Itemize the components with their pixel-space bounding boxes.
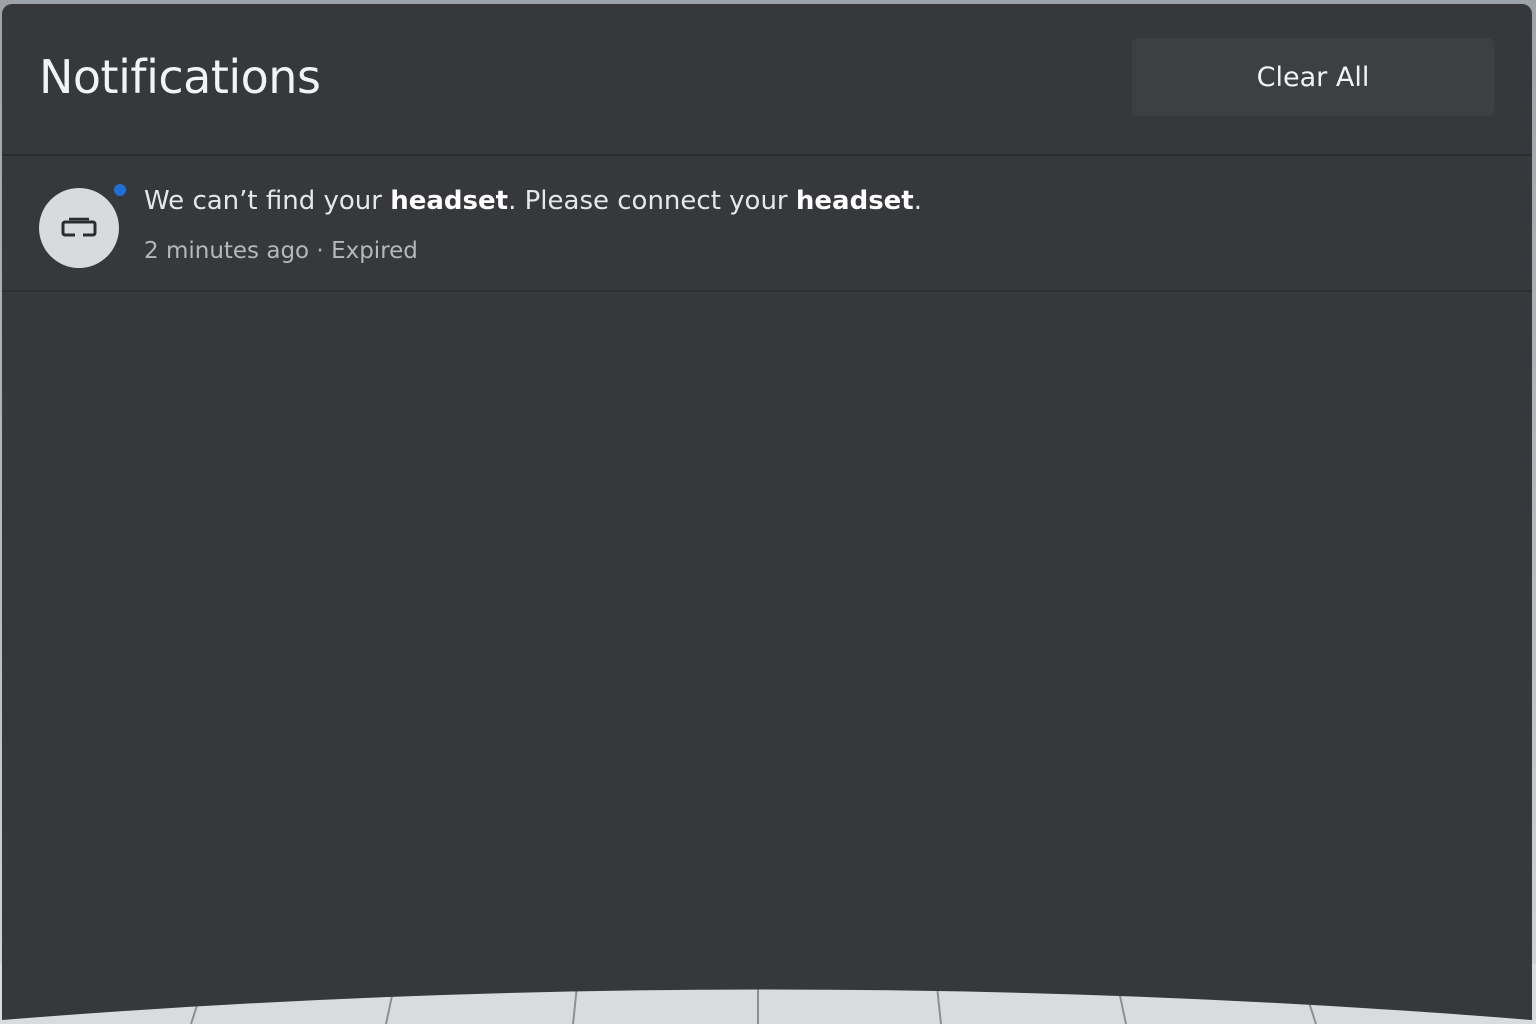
notification-status: Expired: [331, 238, 418, 264]
unread-indicator: [114, 184, 126, 196]
message-bold-text: headset: [795, 186, 914, 216]
notification-avatar: [39, 188, 119, 268]
page-title: Notifications: [39, 50, 321, 104]
meta-separator: ·: [309, 238, 332, 264]
notification-meta: 2 minutes ago · Expired: [144, 238, 418, 264]
panel-header: Notifications Clear All: [2, 4, 1532, 156]
notification-message: We can’t find your headset. Please conne…: [144, 186, 922, 216]
message-bold-text: headset: [390, 186, 509, 216]
headset-icon: [60, 216, 98, 240]
message-text: . Please connect your: [508, 186, 796, 216]
message-text: We can’t find your: [144, 186, 391, 216]
notification-time: 2 minutes ago: [144, 238, 310, 264]
clear-all-button[interactable]: Clear All: [1132, 38, 1494, 116]
message-text: .: [913, 186, 922, 216]
notifications-panel: Notifications Clear All We can’t find yo…: [2, 4, 1532, 1020]
notification-item[interactable]: We can’t find your headset. Please conne…: [2, 156, 1532, 292]
